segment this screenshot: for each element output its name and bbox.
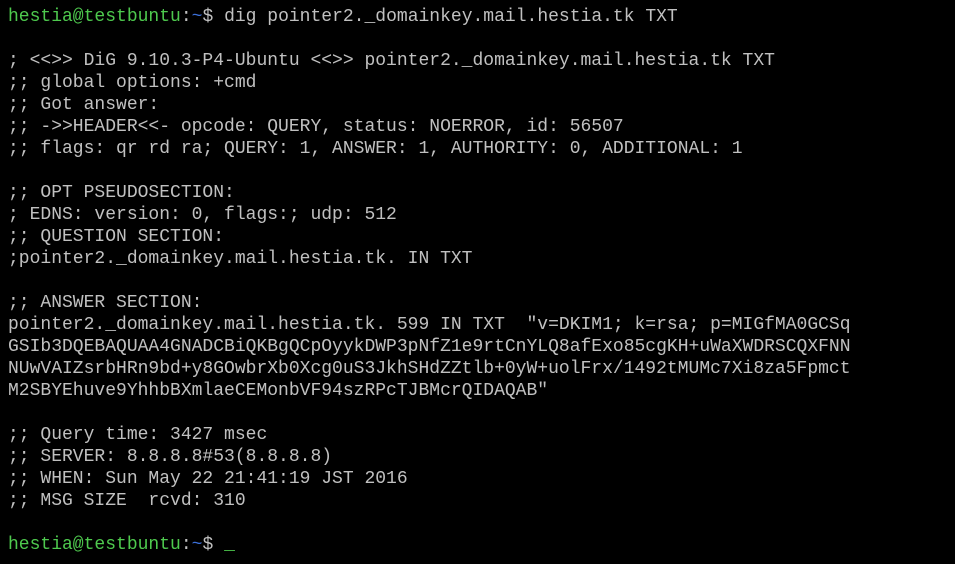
prompt-separator: :	[180, 7, 192, 27]
output-line: ;; flags: qr rd ra; QUERY: 1, ANSWER: 1,…	[8, 139, 743, 159]
text-cursor: _	[224, 535, 235, 555]
command-text: dig pointer2._domainkey.mail.hestia.tk T…	[224, 7, 678, 27]
prompt-user-host: hestia@testbuntu	[8, 7, 181, 27]
output-line: pointer2._domainkey.mail.hestia.tk. 599 …	[8, 315, 851, 335]
prompt-path: ~	[191, 7, 203, 27]
output-line: M2SBYEhuve9YhhbBXmlaeCEMonbVF94szRPcTJBM…	[8, 381, 549, 401]
terminal-window[interactable]: hestia@testbuntu:~$ dig pointer2._domain…	[0, 0, 955, 564]
output-line: ;; WHEN: Sun May 22 21:41:19 JST 2016	[8, 469, 408, 489]
output-line: ; EDNS: version: 0, flags:; udp: 512	[8, 205, 397, 225]
output-line: ;; ->>HEADER<<- opcode: QUERY, status: N…	[8, 117, 624, 137]
output-line: ; <<>> DiG 9.10.3-P4-Ubuntu <<>> pointer…	[8, 51, 775, 71]
output-line: ;; OPT PSEUDOSECTION:	[8, 183, 235, 203]
output-line: ;; QUESTION SECTION:	[8, 227, 225, 247]
output-line: ;; ANSWER SECTION:	[8, 293, 203, 313]
output-line: NUwVAIZsrbHRn9bd+y8GOwbrXb0Xcg0uS3JkhSHd…	[8, 359, 851, 379]
command-line: hestia@testbuntu:~$ dig pointer2._domain…	[8, 6, 955, 28]
output-line: ;pointer2._domainkey.mail.hestia.tk. IN …	[8, 249, 473, 269]
output-line: ;; global options: +cmd	[8, 73, 257, 93]
output-line: ;; SERVER: 8.8.8.8#53(8.8.8.8)	[8, 447, 333, 467]
prompt-symbol: $	[202, 7, 225, 27]
output-line: ;; Query time: 3427 msec	[8, 425, 268, 445]
prompt-separator: :	[180, 535, 192, 555]
output-line: GSIb3DQEBAQUAA4GNADCBiQKBgQCpOyykDWP3pNf…	[8, 337, 851, 357]
prompt-symbol: $	[202, 535, 225, 555]
prompt-user-host: hestia@testbuntu	[8, 535, 181, 555]
prompt-path: ~	[191, 535, 203, 555]
output-line: ;; MSG SIZE rcvd: 310	[8, 491, 246, 511]
output-line: ;; Got answer:	[8, 95, 160, 115]
prompt-line[interactable]: hestia@testbuntu:~$ _	[8, 534, 955, 556]
